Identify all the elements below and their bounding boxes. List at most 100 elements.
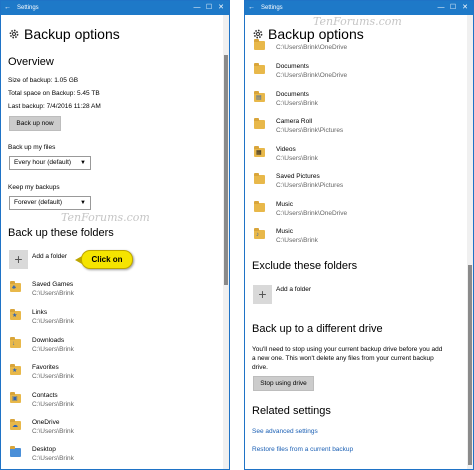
folder-icon: [254, 39, 265, 50]
folder-icon: ▣: [10, 392, 21, 403]
related-settings-heading: Related settings: [252, 405, 331, 417]
close-button[interactable]: ✕: [459, 3, 471, 12]
folder-item[interactable]: ★ Favorites C:\Users\Brink: [10, 364, 223, 392]
folder-icon: [10, 446, 21, 457]
minimize-button[interactable]: —: [191, 3, 203, 12]
folder-name: Saved Games: [32, 281, 74, 288]
add-folder-label[interactable]: Add a folder: [32, 253, 67, 260]
folder-path: C:\Users\Brink: [276, 237, 318, 244]
folder-icon: ★: [10, 364, 21, 375]
folder-icon: ▤: [254, 91, 265, 102]
backup-size: Size of backup: 1.05 GB: [8, 77, 79, 84]
settings-window-left: ← Settings — ☐ ✕ Backup options Overview…: [0, 0, 230, 470]
exclude-folders-heading: Exclude these folders: [252, 260, 358, 272]
backup-frequency-value: Every hour (default): [14, 159, 72, 166]
folder-item[interactable]: ▦ Videos C:\Users\Brink: [254, 146, 467, 174]
folder-name: Videos: [276, 146, 296, 153]
stop-using-drive-button[interactable]: Stop using drive: [253, 376, 314, 391]
total-space: Total space on Backup: 5.45 TB: [8, 90, 100, 97]
different-drive-text-1: You'll need to stop using your current b…: [252, 346, 443, 353]
folder-item[interactable]: Music C:\Users\Brink\OneDrive: [254, 201, 467, 229]
add-excluded-folder-button[interactable]: +: [253, 285, 272, 304]
click-on-callout: Click on: [75, 250, 133, 269]
folder-item[interactable]: Desktop C:\Users\Brink: [10, 446, 223, 469]
backup-folders-heading: Back up these folders: [8, 227, 114, 239]
folder-icon: ♪: [254, 228, 265, 239]
watermark: TenForums.com: [61, 211, 150, 224]
folder-path: C:\Users\Brink\Pictures: [276, 127, 344, 134]
backup-frequency-label: Back up my files: [8, 144, 56, 151]
folder-item[interactable]: ☁ OneDrive C:\Users\Brink: [10, 419, 223, 447]
window-title: Settings: [261, 5, 283, 11]
back-arrow-icon[interactable]: ←: [4, 4, 11, 12]
folder-icon: [254, 118, 265, 129]
keep-backups-value: Forever (default): [14, 199, 63, 206]
chevron-down-icon: ▼: [80, 200, 86, 206]
folder-path: C:\Users\Brink: [276, 100, 318, 107]
folder-name: Desktop: [32, 446, 56, 453]
folder-item[interactable]: Documents C:\Users\Brink\OneDrive: [254, 63, 467, 91]
maximize-button[interactable]: ☐: [203, 3, 215, 12]
different-drive-text-2: a new one. This won't delete any files f…: [252, 355, 434, 362]
folder-path: C:\Users\Brink: [32, 346, 74, 353]
keep-backups-label: Keep my backups: [8, 184, 60, 191]
folder-path: C:\Users\Brink: [32, 401, 74, 408]
folder-icon: ↓: [10, 337, 21, 348]
folder-name: Camera Roll: [276, 118, 313, 125]
advanced-settings-link[interactable]: See advanced settings: [252, 428, 318, 435]
folder-item[interactable]: ↓ Downloads C:\Users\Brink: [10, 337, 223, 365]
folder-name: Music: [276, 228, 293, 235]
folder-path: C:\Users\Brink\Pictures: [276, 182, 344, 189]
last-backup: Last backup: 7/4/2016 11:28 AM: [8, 103, 101, 110]
page-title: Backup options: [24, 26, 120, 42]
folder-path: C:\Users\Brink\OneDrive: [276, 44, 348, 51]
folder-item[interactable]: ▣ Contacts C:\Users\Brink: [10, 392, 223, 420]
folder-item[interactable]: ♪ Music C:\Users\Brink: [254, 228, 467, 256]
back-up-now-button[interactable]: Back up now: [9, 116, 61, 131]
title-bar: ← Settings — ☐ ✕: [245, 1, 473, 15]
keep-backups-select[interactable]: Forever (default) ▼: [9, 196, 91, 210]
folder-path: C:\Users\Brink: [32, 455, 74, 462]
folder-item[interactable]: ♣ Saved Games C:\Users\Brink: [10, 281, 223, 309]
scrollbar[interactable]: [467, 15, 473, 469]
folder-path: C:\Users\Brink: [32, 318, 74, 325]
gear-icon: [9, 29, 19, 39]
minimize-button[interactable]: —: [435, 3, 447, 12]
chevron-down-icon: ▼: [80, 160, 86, 166]
window-title: Settings: [17, 5, 39, 11]
different-drive-text-3: drive.: [252, 364, 268, 371]
overview-heading: Overview: [8, 56, 54, 68]
folder-icon: ★: [10, 309, 21, 320]
different-drive-heading: Back up to a different drive: [252, 323, 383, 335]
folder-item[interactable]: Saved Pictures C:\Users\Brink\Pictures: [254, 173, 467, 201]
add-excluded-folder-label[interactable]: Add a folder: [276, 286, 311, 293]
folder-path: C:\Users\Brink: [276, 155, 318, 162]
folder-name: Documents: [276, 91, 309, 98]
scrollbar-thumb[interactable]: [468, 265, 472, 465]
maximize-button[interactable]: ☐: [447, 3, 459, 12]
scrollbar[interactable]: [223, 15, 229, 469]
folder-name: Music: [276, 201, 293, 208]
folder-item[interactable]: Camera Roll C:\Users\Brink\Pictures: [254, 118, 467, 146]
folder-item[interactable]: ▤ Documents C:\Users\Brink: [254, 91, 467, 119]
folder-name: Documents: [276, 63, 309, 70]
close-button[interactable]: ✕: [215, 3, 227, 12]
folder-icon: [254, 63, 265, 74]
folder-icon: [254, 173, 265, 184]
folder-path: C:\Users\Brink\OneDrive: [276, 210, 348, 217]
folder-name: OneDrive: [32, 419, 60, 426]
settings-window-right: ← Settings — ☐ ✕ TenForums.com Backup op…: [244, 0, 474, 470]
back-arrow-icon[interactable]: ←: [248, 4, 255, 12]
folder-icon: ▦: [254, 146, 265, 157]
folder-item[interactable]: C:\Users\Brink\OneDrive: [254, 39, 467, 56]
add-folder-plus-button[interactable]: +: [9, 250, 28, 269]
folder-name: Saved Pictures: [276, 173, 320, 180]
folder-item[interactable]: ★ Links C:\Users\Brink: [10, 309, 223, 337]
backup-frequency-select[interactable]: Every hour (default) ▼: [9, 156, 91, 170]
folder-path: C:\Users\Brink: [32, 373, 74, 380]
scrollbar-thumb[interactable]: [224, 55, 228, 285]
folder-path: C:\Users\Brink: [32, 428, 74, 435]
folder-name: Downloads: [32, 337, 65, 344]
restore-files-link[interactable]: Restore files from a current backup: [252, 446, 353, 453]
folder-name: Contacts: [32, 392, 58, 399]
